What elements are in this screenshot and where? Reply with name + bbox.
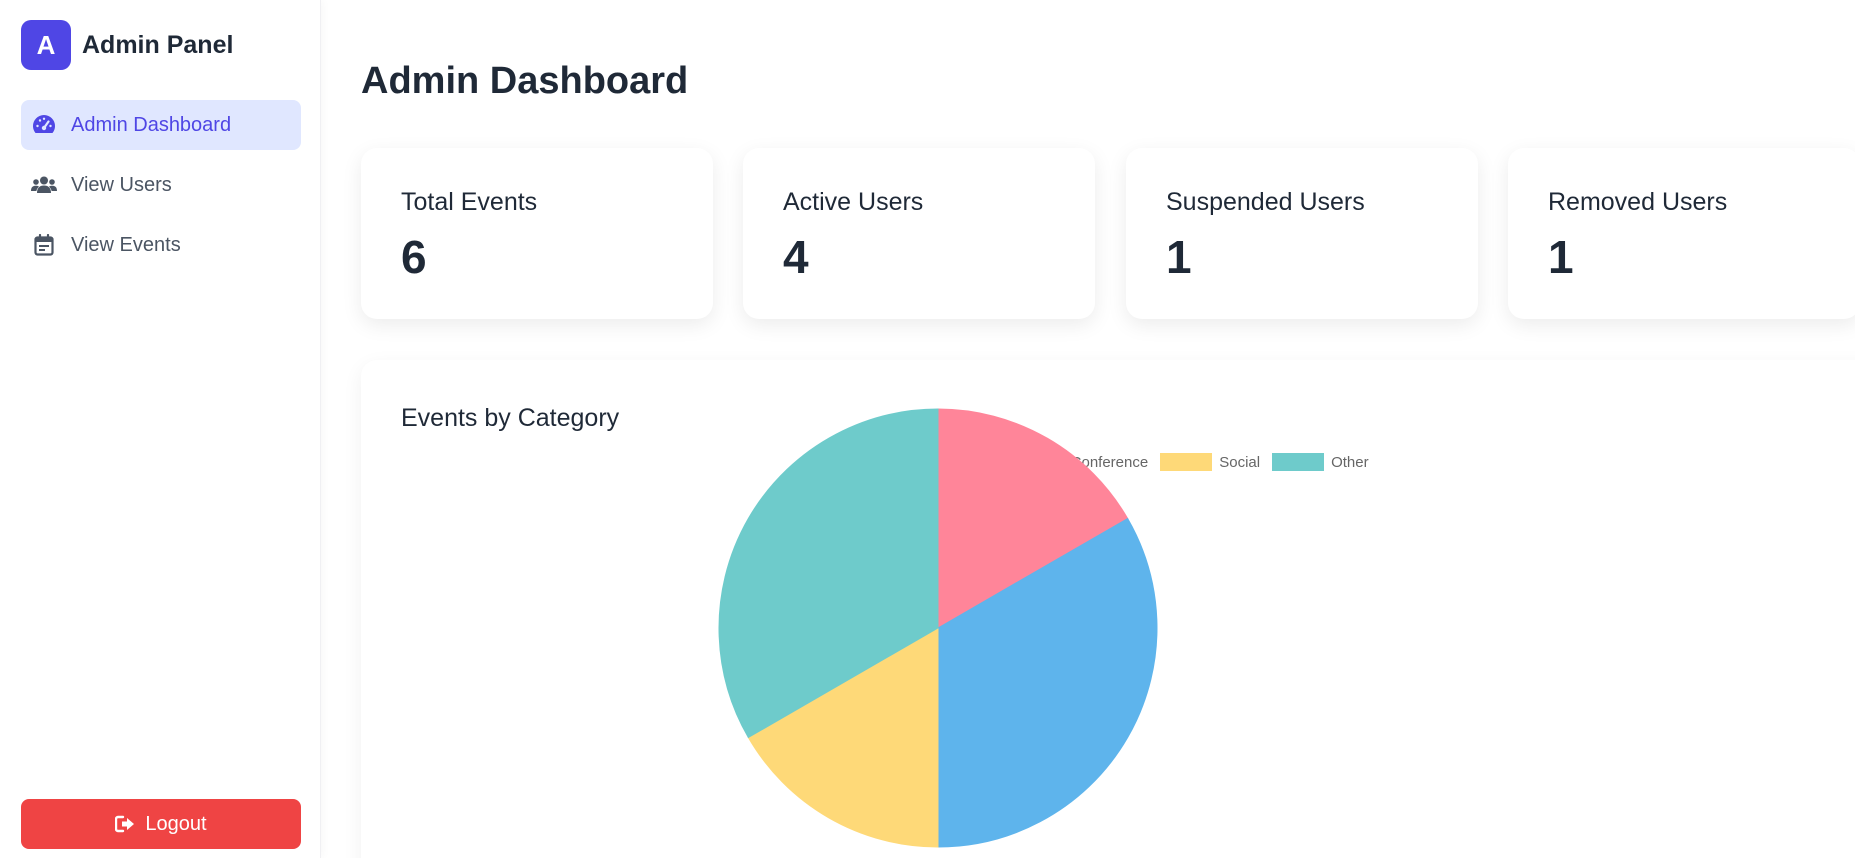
- stat-value: 6: [401, 231, 427, 283]
- sidebar: A Admin Panel Admin Dashboard View Users…: [0, 0, 321, 858]
- sidebar-item-label: View Events: [71, 233, 181, 256]
- stat-label: Removed Users: [1548, 188, 1728, 216]
- stat-label: Total Events: [401, 188, 538, 216]
- stat-card-removed-users: Removed Users 1: [1508, 148, 1855, 319]
- gauge-icon: [31, 112, 57, 138]
- sidebar-item-label: Admin Dashboard: [71, 113, 232, 136]
- stat-label: Active Users: [783, 188, 924, 216]
- calendar-icon: [31, 232, 57, 258]
- page-title: Admin Dashboard: [361, 60, 689, 102]
- stat-card-active-users: Active Users 4: [743, 148, 1095, 319]
- stat-value: 1: [1166, 231, 1192, 283]
- sidebar-nav: Admin Dashboard View Users View Events: [21, 100, 301, 280]
- logout-button[interactable]: Logout: [21, 799, 301, 849]
- sidebar-item-admin-dashboard[interactable]: Admin Dashboard: [21, 100, 301, 150]
- logout-label: Logout: [145, 812, 207, 835]
- stat-label: Suspended Users: [1166, 188, 1365, 216]
- users-icon: [31, 172, 57, 198]
- stat-value: 4: [783, 231, 809, 283]
- stat-card-total-events: Total Events 6: [361, 148, 713, 319]
- chart-card-events-by-category: Events by Category WorkshopConferenceSoc…: [361, 360, 1855, 858]
- brand-name: Admin Panel: [82, 30, 234, 59]
- stat-card-suspended-users: Suspended Users 1: [1126, 148, 1478, 319]
- pie-chart: [718, 408, 1158, 848]
- sign-out-icon: [115, 815, 135, 833]
- sidebar-item-view-users[interactable]: View Users: [21, 160, 301, 210]
- stat-value: 1: [1548, 231, 1574, 283]
- brand-logo: A: [21, 20, 71, 70]
- sidebar-item-view-events[interactable]: View Events: [21, 220, 301, 270]
- brand: A Admin Panel: [21, 20, 233, 70]
- sidebar-item-label: View Users: [71, 173, 172, 196]
- main-content: Admin Dashboard Total Events 6 Active Us…: [322, 0, 1855, 858]
